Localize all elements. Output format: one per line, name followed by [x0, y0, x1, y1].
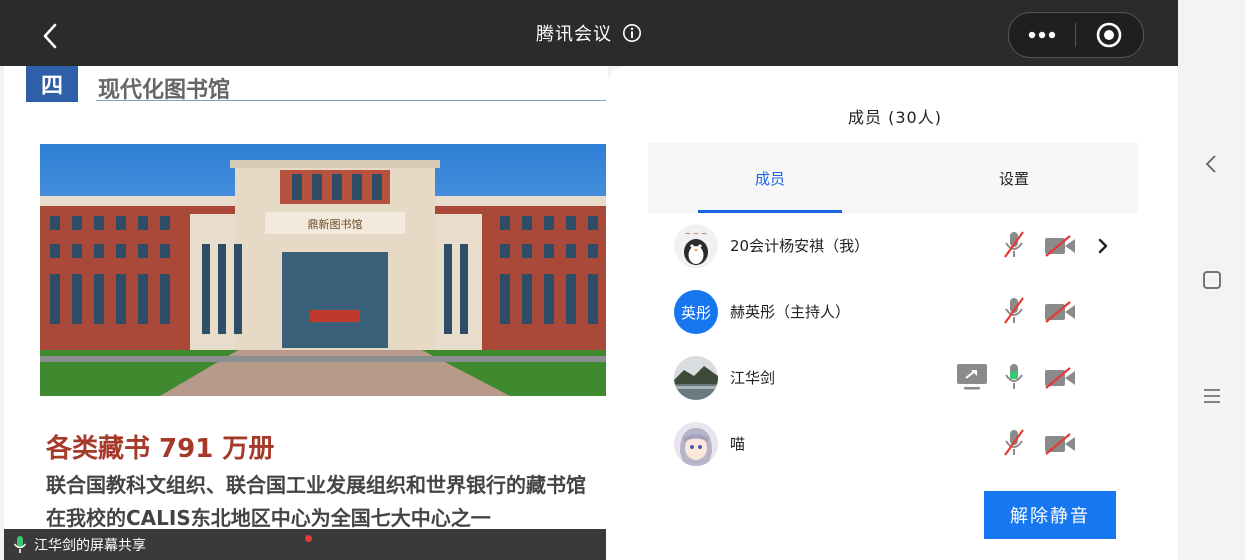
- building-sign-text: 鼎新图书馆: [308, 217, 363, 231]
- chevron-right-icon[interactable]: [1096, 237, 1110, 255]
- slide-headline: 各类藏书 791 万册: [46, 434, 275, 464]
- screen-share-label: 江华剑的屏幕共享: [34, 537, 146, 554]
- members-panel: 成员 (30人) 成员 设置 ~ ~ ~ 20会计杨安祺（我） 英彤 赫英彤（主…: [606, 66, 1178, 560]
- slide-title: 现代化图书馆: [96, 72, 608, 103]
- screen-share-status-bar: 江华剑的屏幕共享: [4, 529, 608, 560]
- nav-home-icon[interactable]: [1200, 268, 1224, 292]
- mic-muted-icon[interactable]: [1002, 427, 1026, 459]
- tab-members[interactable]: 成员: [698, 143, 842, 213]
- penguin-avatar: ~ ~ ~: [674, 224, 718, 268]
- pointer-dot: [305, 535, 312, 542]
- library-building-photo: 鼎新图书馆: [40, 144, 608, 396]
- screen-share-icon[interactable]: [956, 363, 988, 391]
- mic-active-icon[interactable]: [1002, 361, 1026, 393]
- member-name: 喵: [730, 435, 746, 453]
- members-tabs: 成员 设置: [648, 143, 1138, 213]
- info-icon[interactable]: [622, 23, 642, 43]
- tab-settings[interactable]: 设置: [942, 143, 1086, 213]
- app-title: 腾讯会议: [536, 24, 612, 45]
- active-tab-indicator: [698, 210, 842, 213]
- slide-text-line: 联合国教科文组织、联合国工业发展组织和世界银行的藏书馆: [46, 473, 586, 497]
- member-row[interactable]: 喵: [674, 419, 1114, 469]
- member-row[interactable]: ~ ~ ~ 20会计杨安祺（我）: [674, 221, 1114, 271]
- shared-screen-slide: 四 现代化图书馆 鼎新图书馆 各类藏书 791 万册 联合国教科文组织、联合国工…: [4, 66, 608, 560]
- camera-off-icon[interactable]: [1044, 367, 1076, 389]
- app-title-bar: 腾讯会议: [0, 0, 1178, 66]
- member-name: 赫英彤（主持人）: [730, 303, 851, 321]
- unmute-button[interactable]: 解除静音: [984, 491, 1116, 539]
- camera-off-icon[interactable]: [1044, 433, 1076, 455]
- member-name: 20会计杨安祺（我）: [730, 237, 870, 255]
- mic-active-icon: [13, 535, 27, 553]
- member-name: 江华剑: [730, 369, 776, 387]
- camera-off-icon[interactable]: [1044, 235, 1076, 257]
- slide-text-line: 在我校的CALIS东北地区中心为全国七大中心之一: [46, 506, 491, 530]
- anime-avatar: [674, 422, 718, 466]
- mini-program-capsule: [1008, 12, 1144, 58]
- system-navigation-bar: [1178, 0, 1245, 560]
- close-target-icon[interactable]: [1076, 13, 1143, 57]
- nav-menu-icon[interactable]: [1200, 384, 1224, 408]
- mic-muted-icon[interactable]: [1002, 295, 1026, 327]
- member-row[interactable]: 英彤 赫英彤（主持人）: [674, 287, 1114, 337]
- camera-off-icon[interactable]: [1044, 301, 1076, 323]
- landscape-avatar: [674, 356, 718, 400]
- member-row[interactable]: 江华剑: [674, 353, 1114, 403]
- top-bar: 腾讯会议: [0, 0, 1178, 66]
- avatar: 英彤: [674, 290, 718, 334]
- nav-back-icon[interactable]: [1200, 152, 1224, 176]
- members-panel-title: 成员 (30人): [848, 108, 942, 127]
- slide-section-number: 四: [26, 66, 78, 102]
- mic-muted-icon[interactable]: [1002, 229, 1026, 261]
- more-icon[interactable]: [1009, 13, 1075, 57]
- svg-text:~ ~ ~: ~ ~ ~: [685, 230, 707, 238]
